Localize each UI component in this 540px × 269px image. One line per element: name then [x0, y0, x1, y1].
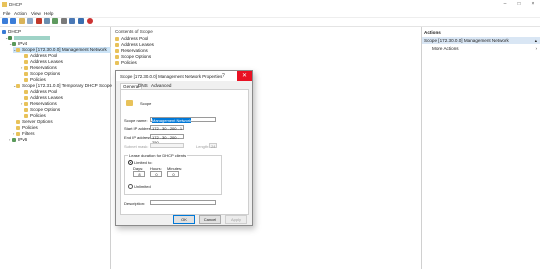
scope-folder-icon [126, 100, 133, 106]
folder-icon [24, 71, 28, 76]
menu-help[interactable]: Help [44, 11, 53, 16]
content-header: Contents of Scope [115, 29, 153, 34]
unlimited-label: Unlimited [134, 184, 151, 189]
stop-icon[interactable] [87, 18, 93, 24]
folder-icon [24, 65, 28, 70]
subnet-mask-input [150, 143, 184, 148]
folder-icon [115, 36, 119, 41]
description-input[interactable] [150, 200, 216, 205]
show-pane-icon[interactable] [27, 18, 33, 24]
folder-icon [24, 89, 28, 94]
general-tab-panel: Scope Scope name: Management Network Sta… [120, 89, 249, 215]
folder-icon [115, 48, 119, 53]
server-icon [8, 35, 12, 40]
end-ip-input[interactable]: 172 . 30 . 200 . 250 [150, 134, 184, 145]
close-window-button[interactable]: × [526, 0, 540, 9]
apply-button[interactable]: Apply [225, 215, 247, 224]
folder-icon [16, 131, 20, 136]
more-actions[interactable]: More Actions › [422, 45, 540, 52]
scope-properties-dialog: Scope [172.30.0.0] Management Network Pr… [115, 70, 253, 226]
menu-action[interactable]: Action [14, 11, 27, 16]
folder-icon [16, 119, 20, 124]
server-name-redacted [14, 35, 50, 40]
details-icon[interactable] [78, 18, 84, 24]
dhcp-icon [2, 29, 6, 34]
refresh-icon[interactable] [52, 18, 58, 24]
minutes-stepper[interactable]: 0 [167, 171, 179, 177]
app-icon [2, 2, 7, 7]
limited-label: Limited to: [134, 160, 153, 165]
scope-section-label: Scope [140, 101, 152, 106]
folder-icon [24, 95, 28, 100]
menu-view[interactable]: View [31, 11, 41, 16]
menu-file[interactable]: File [3, 11, 10, 16]
minimize-button[interactable]: – [498, 0, 512, 9]
collapse-arrow-icon[interactable]: ▴ [535, 37, 537, 44]
folder-icon [24, 59, 28, 64]
expand-arrow-icon: › [535, 46, 537, 51]
dialog-title: Scope [172.30.0.0] Management Network Pr… [120, 74, 223, 79]
folder-icon [115, 54, 119, 59]
limited-radio[interactable] [128, 160, 133, 165]
folder-icon [115, 60, 119, 65]
description-label: Description: [124, 201, 146, 206]
start-ip-input[interactable]: 172 . 30 . 200 . 1 [150, 125, 184, 131]
folder-icon[interactable] [19, 18, 25, 24]
dialog-close-button[interactable]: ✕ [237, 71, 252, 81]
folder-icon [24, 53, 28, 58]
hours-stepper[interactable]: 0 [150, 171, 162, 177]
help-icon[interactable] [69, 18, 75, 24]
folder-icon [16, 83, 20, 88]
toolbar [0, 17, 540, 27]
window-title-bar: DHCP – □ × [0, 0, 540, 9]
console-tree: DHCP ⌄ ⌄ IPv4 ⌄ Scope [172.30.0.0] Managem… [0, 27, 112, 269]
lease-duration-group: Lease duration for DHCP clients Limited … [124, 153, 222, 195]
maximize-button[interactable]: □ [512, 0, 526, 9]
export-icon[interactable] [61, 18, 67, 24]
ipv4-icon [12, 41, 16, 46]
scope-name-label: Scope name: [124, 118, 148, 123]
length-input: 24 [209, 143, 217, 149]
cancel-button[interactable]: Cancel [199, 215, 221, 224]
window-title: DHCP [9, 2, 23, 7]
list-item[interactable]: Policies [115, 60, 137, 66]
tree-ipv6[interactable]: › IPv6 [9, 137, 27, 143]
actions-selected-scope[interactable]: Scope [172.30.0.0] Management Network ▴ [422, 37, 540, 44]
folder-icon [24, 101, 28, 106]
help-icon[interactable]: ? [222, 73, 225, 79]
lease-duration-label: Lease duration for DHCP clients [128, 153, 188, 158]
properties-icon[interactable] [44, 18, 50, 24]
folder-icon [24, 113, 28, 118]
forward-icon[interactable] [10, 18, 16, 24]
scope-name-input[interactable]: Management Network [150, 117, 216, 123]
length-label: Length: [196, 144, 210, 149]
folder-icon [24, 77, 28, 82]
folder-icon [16, 125, 20, 130]
days-stepper[interactable]: 8 [133, 171, 145, 177]
delete-icon[interactable] [36, 18, 42, 24]
folder-icon [115, 42, 119, 47]
unlimited-radio[interactable] [128, 184, 133, 189]
back-icon[interactable] [2, 18, 8, 24]
folder-icon [24, 107, 28, 112]
ok-button[interactable]: OK [173, 215, 195, 224]
actions-pane: Actions Scope [172.30.0.0] Management Ne… [422, 27, 540, 269]
actions-header: Actions [424, 30, 441, 35]
subnet-mask-label: Subnet mask: [124, 144, 149, 149]
ipv6-icon [12, 137, 16, 142]
dialog-title-bar: Scope [172.30.0.0] Management Network Pr… [116, 71, 252, 81]
folder-icon [16, 47, 20, 52]
end-ip-label: End IP address: [124, 135, 153, 140]
